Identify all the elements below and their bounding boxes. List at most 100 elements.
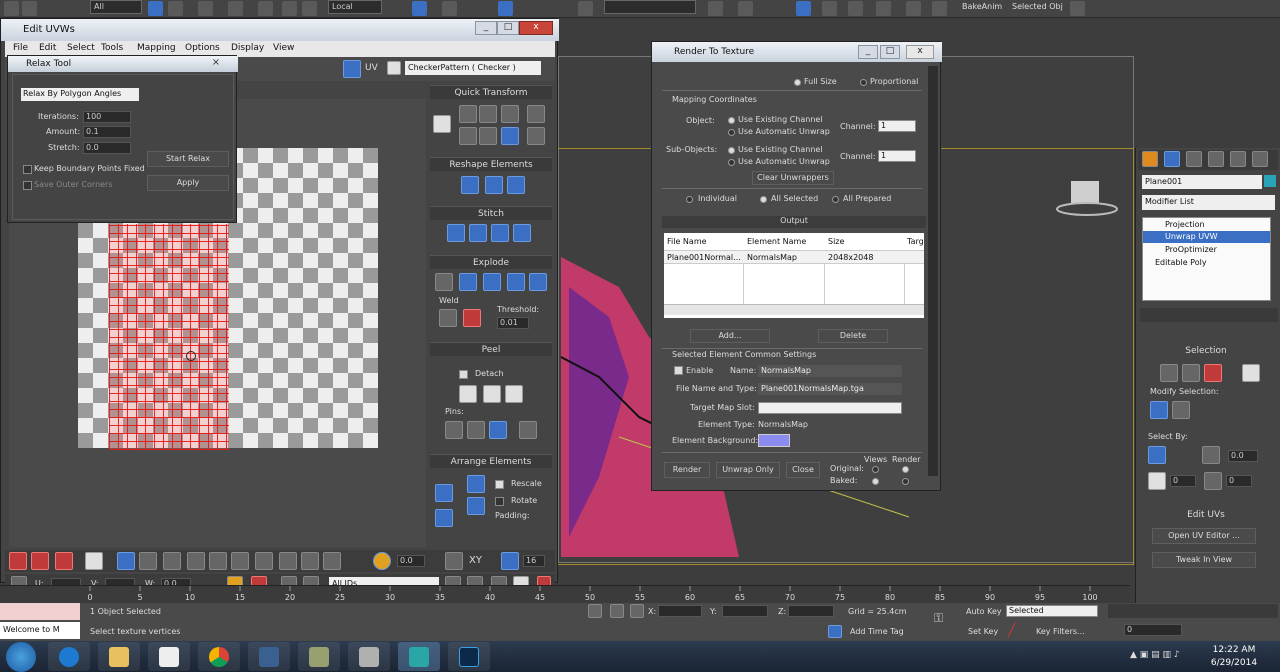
schematic-icon[interactable] xyxy=(876,1,891,16)
all-prepared-radio[interactable] xyxy=(832,196,839,203)
sub-auto-radio[interactable] xyxy=(728,159,735,166)
rotate-checkbox[interactable] xyxy=(495,497,504,506)
taskbar-photoshop[interactable] xyxy=(448,642,490,671)
rtt-maximize-button[interactable]: □ xyxy=(880,45,900,59)
falloff-icon[interactable] xyxy=(445,552,463,570)
select-object-icon[interactable] xyxy=(148,1,163,16)
xy-field[interactable]: 16 xyxy=(523,555,545,567)
object-channel-dropdown[interactable]: 1 xyxy=(878,120,916,132)
target-slot-dropdown[interactable] xyxy=(758,402,902,414)
vertex-select-icon[interactable] xyxy=(9,552,27,570)
pin-icon[interactable] xyxy=(445,421,463,439)
loop-shrink-icon[interactable] xyxy=(255,552,273,570)
align-horizontal-icon[interactable] xyxy=(479,105,497,123)
sub-existing-radio[interactable] xyxy=(728,147,735,154)
x-field[interactable] xyxy=(658,605,702,617)
col-target[interactable]: Targ xyxy=(907,237,924,246)
z-field[interactable] xyxy=(788,605,834,617)
linear-align-icon[interactable] xyxy=(479,127,497,145)
straighten-icon[interactable] xyxy=(459,127,477,145)
tweak-in-view-button[interactable]: Tweak In View xyxy=(1152,552,1256,568)
output-rollout-title[interactable]: Output xyxy=(662,216,926,228)
render-setup-icon[interactable] xyxy=(932,1,947,16)
uv-mode-icon[interactable] xyxy=(343,60,361,78)
taskbar-ie[interactable] xyxy=(48,642,90,671)
texture-dropdown[interactable]: CheckerPattern ( Checker ) xyxy=(405,61,541,75)
full-size-radio[interactable] xyxy=(794,79,801,86)
stack-item-editable-poly[interactable]: Editable Poly xyxy=(1155,258,1207,267)
soft-select-icon[interactable] xyxy=(373,552,391,570)
frame-field[interactable]: 0 xyxy=(1124,624,1182,636)
graphite-icon[interactable] xyxy=(822,1,837,16)
isolate-icon[interactable] xyxy=(588,604,602,618)
stitch-average-icon[interactable] xyxy=(491,224,509,242)
link-icon[interactable] xyxy=(4,1,19,16)
unpin-icon[interactable] xyxy=(467,421,485,439)
open-uv-editor-button[interactable]: Open UV Editor ... xyxy=(1152,528,1256,544)
pack-custom-icon[interactable] xyxy=(467,475,485,493)
time-tag-icon[interactable] xyxy=(828,625,842,638)
explode-header[interactable]: Explode xyxy=(430,255,552,269)
uv-mesh[interactable] xyxy=(109,224,229,450)
pivot-icon[interactable] xyxy=(412,1,427,16)
taskbar-chrome[interactable] xyxy=(198,642,240,671)
mirror-icon[interactable] xyxy=(708,1,723,16)
render-button[interactable]: Render xyxy=(664,462,710,478)
menu-tools[interactable]: Tools xyxy=(101,43,123,53)
absolute-transform-icon[interactable] xyxy=(630,604,644,618)
pivot-set-icon[interactable] xyxy=(433,115,451,133)
selection-rollout-title[interactable]: Selection xyxy=(1136,346,1276,356)
relax-icon[interactable] xyxy=(485,176,503,194)
stretch-field[interactable]: 0.0 xyxy=(83,142,131,154)
col-size[interactable]: Size xyxy=(828,237,844,246)
rotate-neg90-icon[interactable] xyxy=(501,127,519,145)
enable-checkbox[interactable] xyxy=(674,366,683,375)
relax-settings-icon[interactable] xyxy=(507,176,525,194)
vertex-mode-icon[interactable] xyxy=(1160,364,1178,382)
tray-icons[interactable]: ▲ ▣ ▤ ▥ ♪ xyxy=(1130,650,1180,660)
key-mode-dropdown[interactable]: Selected xyxy=(1006,605,1098,617)
file-type-field[interactable]: Plane001NormalsMap.tga xyxy=(758,383,902,395)
menu-options[interactable]: Options xyxy=(185,43,220,53)
minimize-button[interactable]: _ xyxy=(475,21,497,35)
table-h-scrollbar[interactable] xyxy=(664,304,924,315)
loop-grow-icon[interactable] xyxy=(231,552,249,570)
stack-item-unwrap[interactable]: Unwrap UVW xyxy=(1165,232,1218,241)
stitch-target-icon[interactable] xyxy=(513,224,531,242)
object-color-swatch[interactable] xyxy=(1264,175,1276,187)
lscm-icon[interactable] xyxy=(483,385,501,403)
peel-header[interactable]: Peel xyxy=(430,342,552,356)
hierarchy-tab-icon[interactable] xyxy=(1186,151,1202,167)
rtt-close-button[interactable]: x xyxy=(906,45,934,59)
playback-controls[interactable] xyxy=(1108,604,1278,618)
proportional-radio[interactable] xyxy=(860,79,867,86)
arrange-header[interactable]: Arrange Elements xyxy=(430,454,552,468)
menu-file[interactable]: File xyxy=(13,43,28,53)
select-by-angle-icon[interactable] xyxy=(1202,446,1220,464)
element-mode-icon[interactable] xyxy=(1242,364,1260,382)
rotate-icon[interactable] xyxy=(282,1,297,16)
detach-edge-icon[interactable] xyxy=(459,273,477,291)
baked-views-radio[interactable] xyxy=(872,478,879,485)
rescale-checkbox[interactable] xyxy=(495,480,504,489)
display-tab-icon[interactable] xyxy=(1230,151,1246,167)
explode-seams-icon[interactable] xyxy=(507,273,525,291)
save-outer-checkbox[interactable] xyxy=(23,181,32,190)
xy-label[interactable]: XY xyxy=(469,555,482,566)
maxscript-mini-listener[interactable] xyxy=(0,603,80,620)
select-by-element-icon[interactable] xyxy=(1148,446,1166,464)
object-existing-radio[interactable] xyxy=(728,117,735,124)
explode-smooth-icon[interactable] xyxy=(529,273,547,291)
element-select-icon[interactable] xyxy=(85,552,103,570)
taskbar-3dsmax[interactable] xyxy=(398,642,440,671)
grow-selection-icon[interactable] xyxy=(1150,401,1168,419)
break-icon[interactable] xyxy=(435,273,453,291)
align-icon[interactable] xyxy=(738,1,753,16)
rtt-minimize-button[interactable]: _ xyxy=(858,45,878,59)
ring-grow-icon[interactable] xyxy=(187,552,205,570)
ref-coord-system[interactable]: Local xyxy=(328,0,382,14)
rotate-90-icon[interactable] xyxy=(501,105,519,123)
start-relax-button[interactable]: Start Relax xyxy=(147,151,229,167)
element-name-field[interactable]: NormalsMap xyxy=(758,365,902,377)
baked-render-radio[interactable] xyxy=(902,478,909,485)
